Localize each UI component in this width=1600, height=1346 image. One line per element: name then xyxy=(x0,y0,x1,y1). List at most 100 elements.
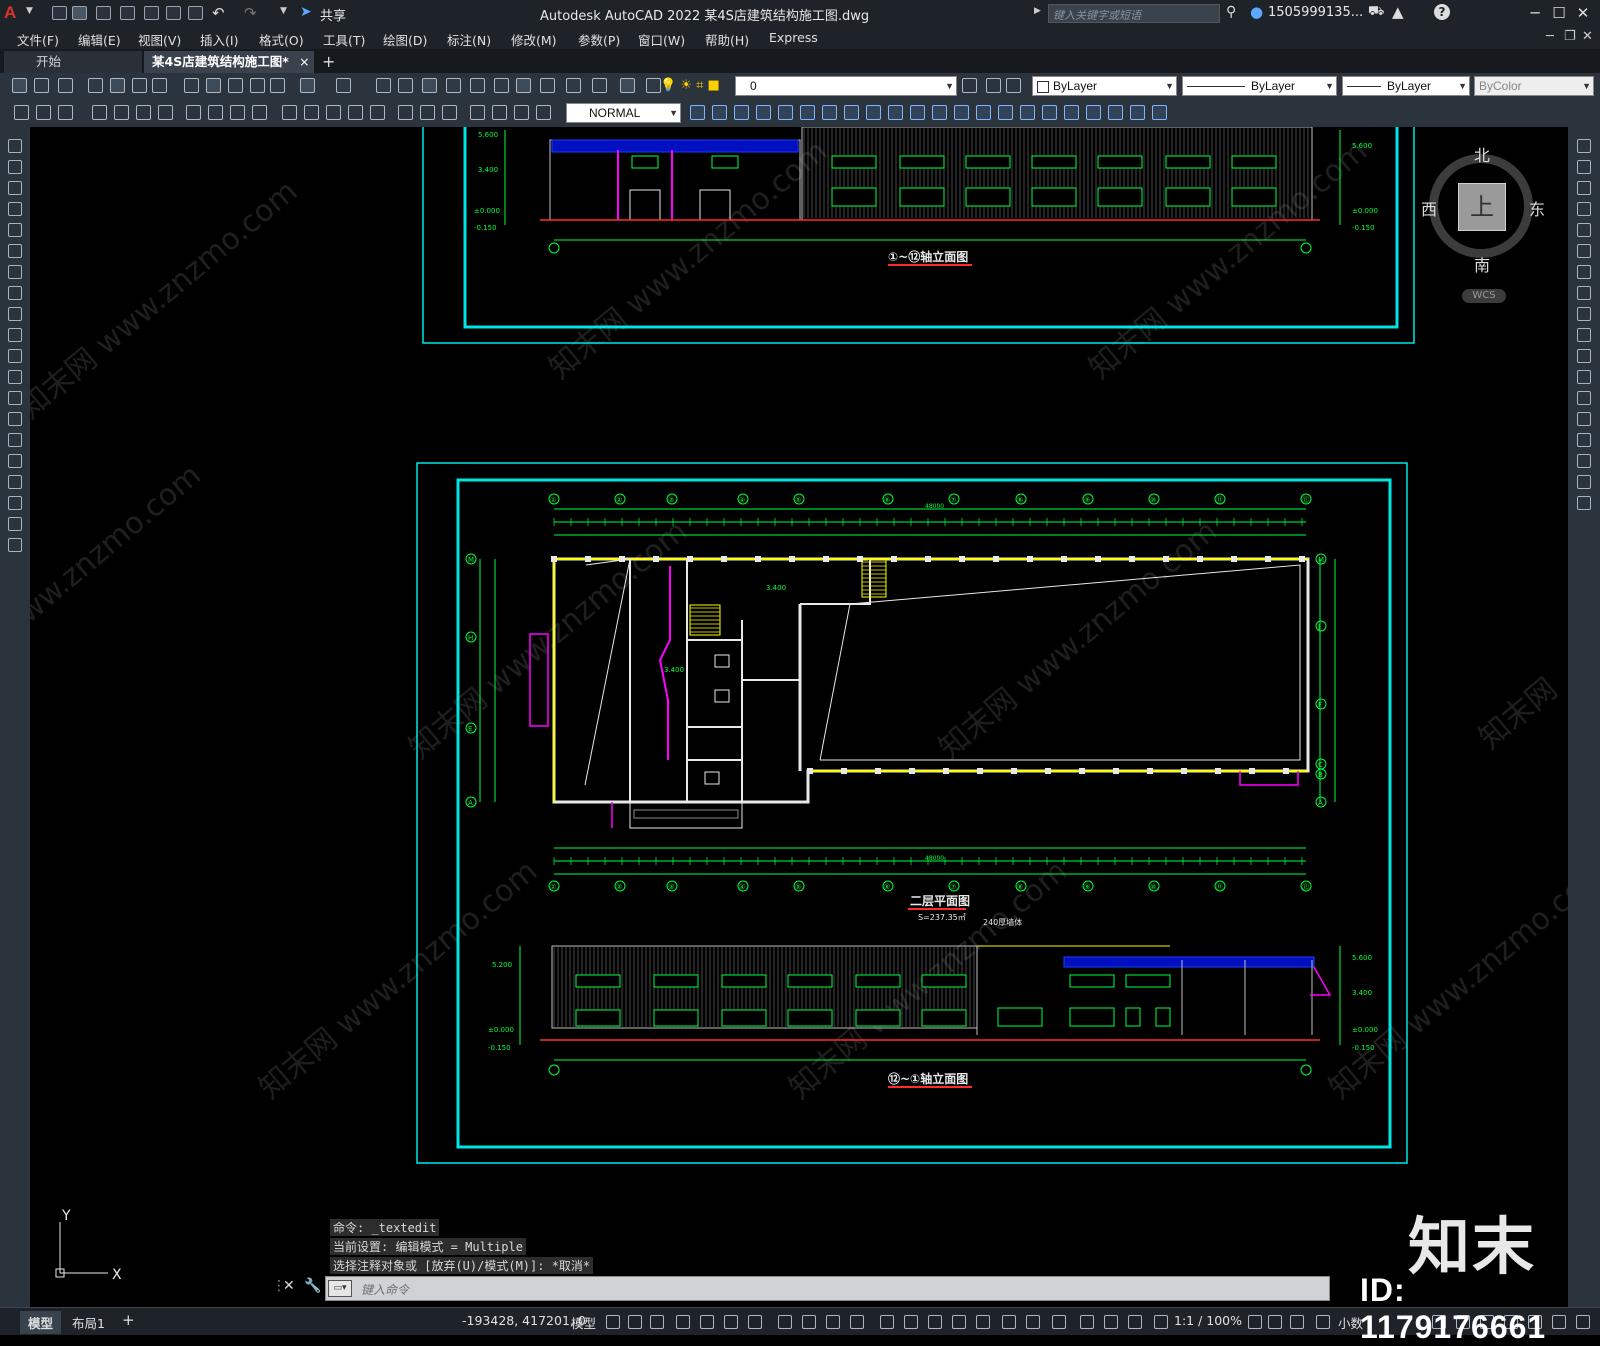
status-toggle-icon[interactable] xyxy=(1128,1315,1142,1329)
menu-parametric[interactable]: 参数(P) xyxy=(578,30,620,49)
draw-tool-icon[interactable] xyxy=(8,328,22,342)
toolbar-icon[interactable] xyxy=(646,78,661,93)
modify-tool-icon[interactable] xyxy=(1577,391,1591,405)
toolbar-icon[interactable] xyxy=(152,78,167,93)
status-toggle-icon[interactable] xyxy=(952,1315,966,1329)
dimension-tool-icon[interactable] xyxy=(208,105,223,120)
layer-tool-icon[interactable] xyxy=(986,78,1001,93)
command-input[interactable] xyxy=(325,1276,1330,1301)
draw-tool-icon[interactable] xyxy=(8,370,22,384)
status-toggle-icon[interactable] xyxy=(1268,1315,1282,1329)
plotstyle-dropdown[interactable]: ByColor ▼ xyxy=(1474,76,1594,96)
toolbar-icon[interactable] xyxy=(376,78,391,93)
menu-insert[interactable]: 插入(I) xyxy=(200,30,238,49)
viewcube-north[interactable]: 北 xyxy=(1474,142,1490,166)
toolbar-icon[interactable] xyxy=(494,78,509,93)
modify-tool-icon[interactable] xyxy=(1577,202,1591,216)
help-icon[interactable]: ? xyxy=(1434,4,1450,20)
command-close-icon[interactable]: ✕ xyxy=(283,1278,295,1294)
modify-tool-icon[interactable] xyxy=(1577,496,1591,510)
menu-format[interactable]: 格式(O) xyxy=(259,30,304,49)
autodesk-a360-icon[interactable]: ▲ xyxy=(1392,3,1404,21)
drawing-canvas[interactable]: 知末网 www.znzmo.com 知末网 www.znzmo.com 知末网 … xyxy=(30,127,1568,1307)
lineweight-dropdown[interactable]: ByLayer ▼ xyxy=(1342,76,1470,96)
status-toggle-icon[interactable] xyxy=(1026,1315,1040,1329)
draw-tool-icon[interactable] xyxy=(8,433,22,447)
dimension-tool-icon[interactable] xyxy=(536,105,551,120)
tab-model[interactable]: 模型 xyxy=(20,1311,62,1334)
layer-tool-icon[interactable] xyxy=(1006,78,1021,93)
dimension-tool-icon[interactable] xyxy=(304,105,319,120)
modify-tool-icon[interactable] xyxy=(866,105,881,120)
viewcube[interactable]: 上 北 南 西 东 xyxy=(1421,146,1545,275)
new-file-icon[interactable] xyxy=(52,6,67,20)
toolbar-icon[interactable] xyxy=(540,78,555,93)
dimension-tool-icon[interactable] xyxy=(420,105,435,120)
draw-tool-icon[interactable] xyxy=(8,286,22,300)
toolbar-icon[interactable] xyxy=(470,78,485,93)
viewcube-south[interactable]: 南 xyxy=(1474,252,1490,276)
save-icon[interactable] xyxy=(96,6,111,20)
dimension-tool-icon[interactable] xyxy=(470,105,485,120)
status-toggle-icon[interactable] xyxy=(650,1315,664,1329)
status-toggle-icon[interactable] xyxy=(1080,1315,1094,1329)
dimension-tool-icon[interactable] xyxy=(326,105,341,120)
status-toggle-icon[interactable] xyxy=(1290,1315,1304,1329)
menu-edit[interactable]: 编辑(E) xyxy=(78,30,121,49)
modify-tool-icon[interactable] xyxy=(1577,454,1591,468)
undo-icon[interactable]: ↶ xyxy=(212,4,225,22)
command-prompt-icon[interactable]: ▭▾ xyxy=(328,1280,352,1297)
dimension-tool-icon[interactable] xyxy=(36,105,51,120)
modify-tool-icon[interactable] xyxy=(1130,105,1145,120)
draw-tool-icon[interactable] xyxy=(8,412,22,426)
modify-tool-icon[interactable] xyxy=(1577,307,1591,321)
toolbar-icon[interactable] xyxy=(398,78,413,93)
dimension-tool-icon[interactable] xyxy=(186,105,201,120)
draw-tool-icon[interactable] xyxy=(8,349,22,363)
toolbar-icon[interactable] xyxy=(270,78,285,93)
toolbar-icon[interactable] xyxy=(566,78,581,93)
text-style-dropdown[interactable]: NORMAL ▼ xyxy=(566,103,681,123)
app-menu-chevron-icon[interactable]: ▼ xyxy=(26,6,33,16)
toolbar-icon[interactable] xyxy=(620,78,635,93)
modify-tool-icon[interactable] xyxy=(1577,265,1591,279)
toolbar-icon[interactable] xyxy=(132,78,147,93)
linetype-dropdown[interactable]: ByLayer ▼ xyxy=(1182,76,1337,96)
menu-dimension[interactable]: 标注(N) xyxy=(447,30,491,49)
dimension-tool-icon[interactable] xyxy=(370,105,385,120)
status-toggle-icon[interactable] xyxy=(976,1315,990,1329)
dimension-tool-icon[interactable] xyxy=(158,105,173,120)
toolbar-icon[interactable] xyxy=(250,78,265,93)
draw-tool-icon[interactable] xyxy=(8,538,22,552)
toolbar-icon[interactable] xyxy=(336,78,351,93)
modify-tool-icon[interactable] xyxy=(1577,433,1591,447)
modify-tool-icon[interactable] xyxy=(1577,370,1591,384)
color-dropdown[interactable]: ByLayer ▼ xyxy=(1032,76,1177,96)
dimension-tool-icon[interactable] xyxy=(492,105,507,120)
toolbar-icon[interactable] xyxy=(592,78,607,93)
menu-file[interactable]: 文件(F) xyxy=(17,30,59,49)
modify-tool-icon[interactable] xyxy=(1577,286,1591,300)
modify-tool-icon[interactable] xyxy=(1064,105,1079,120)
modify-tool-icon[interactable] xyxy=(1020,105,1035,120)
toolbar-icon[interactable] xyxy=(184,78,199,93)
toolbar-icon[interactable] xyxy=(228,78,243,93)
modify-tool-icon[interactable] xyxy=(712,105,727,120)
status-toggle-icon[interactable] xyxy=(700,1315,714,1329)
autocad-logo-icon[interactable]: A xyxy=(4,3,24,23)
dimension-tool-icon[interactable] xyxy=(230,105,245,120)
status-toggle-icon[interactable] xyxy=(904,1315,918,1329)
modify-tool-icon[interactable] xyxy=(976,105,991,120)
status-toggle-icon[interactable] xyxy=(928,1315,942,1329)
modify-tool-icon[interactable] xyxy=(888,105,903,120)
user-account-button[interactable]: 1505999135... xyxy=(1268,5,1363,20)
maximize-button[interactable]: ☐ xyxy=(1548,3,1570,23)
modify-tool-icon[interactable] xyxy=(1152,105,1167,120)
close-button[interactable]: ✕ xyxy=(1572,3,1594,23)
modify-tool-icon[interactable] xyxy=(910,105,925,120)
status-toggle-icon[interactable] xyxy=(748,1315,762,1329)
modify-tool-icon[interactable] xyxy=(1042,105,1057,120)
toolbar-icon[interactable] xyxy=(34,78,49,93)
search-input[interactable]: 键入关键字或短语 xyxy=(1048,4,1220,23)
status-toggle-icon[interactable] xyxy=(1002,1315,1016,1329)
